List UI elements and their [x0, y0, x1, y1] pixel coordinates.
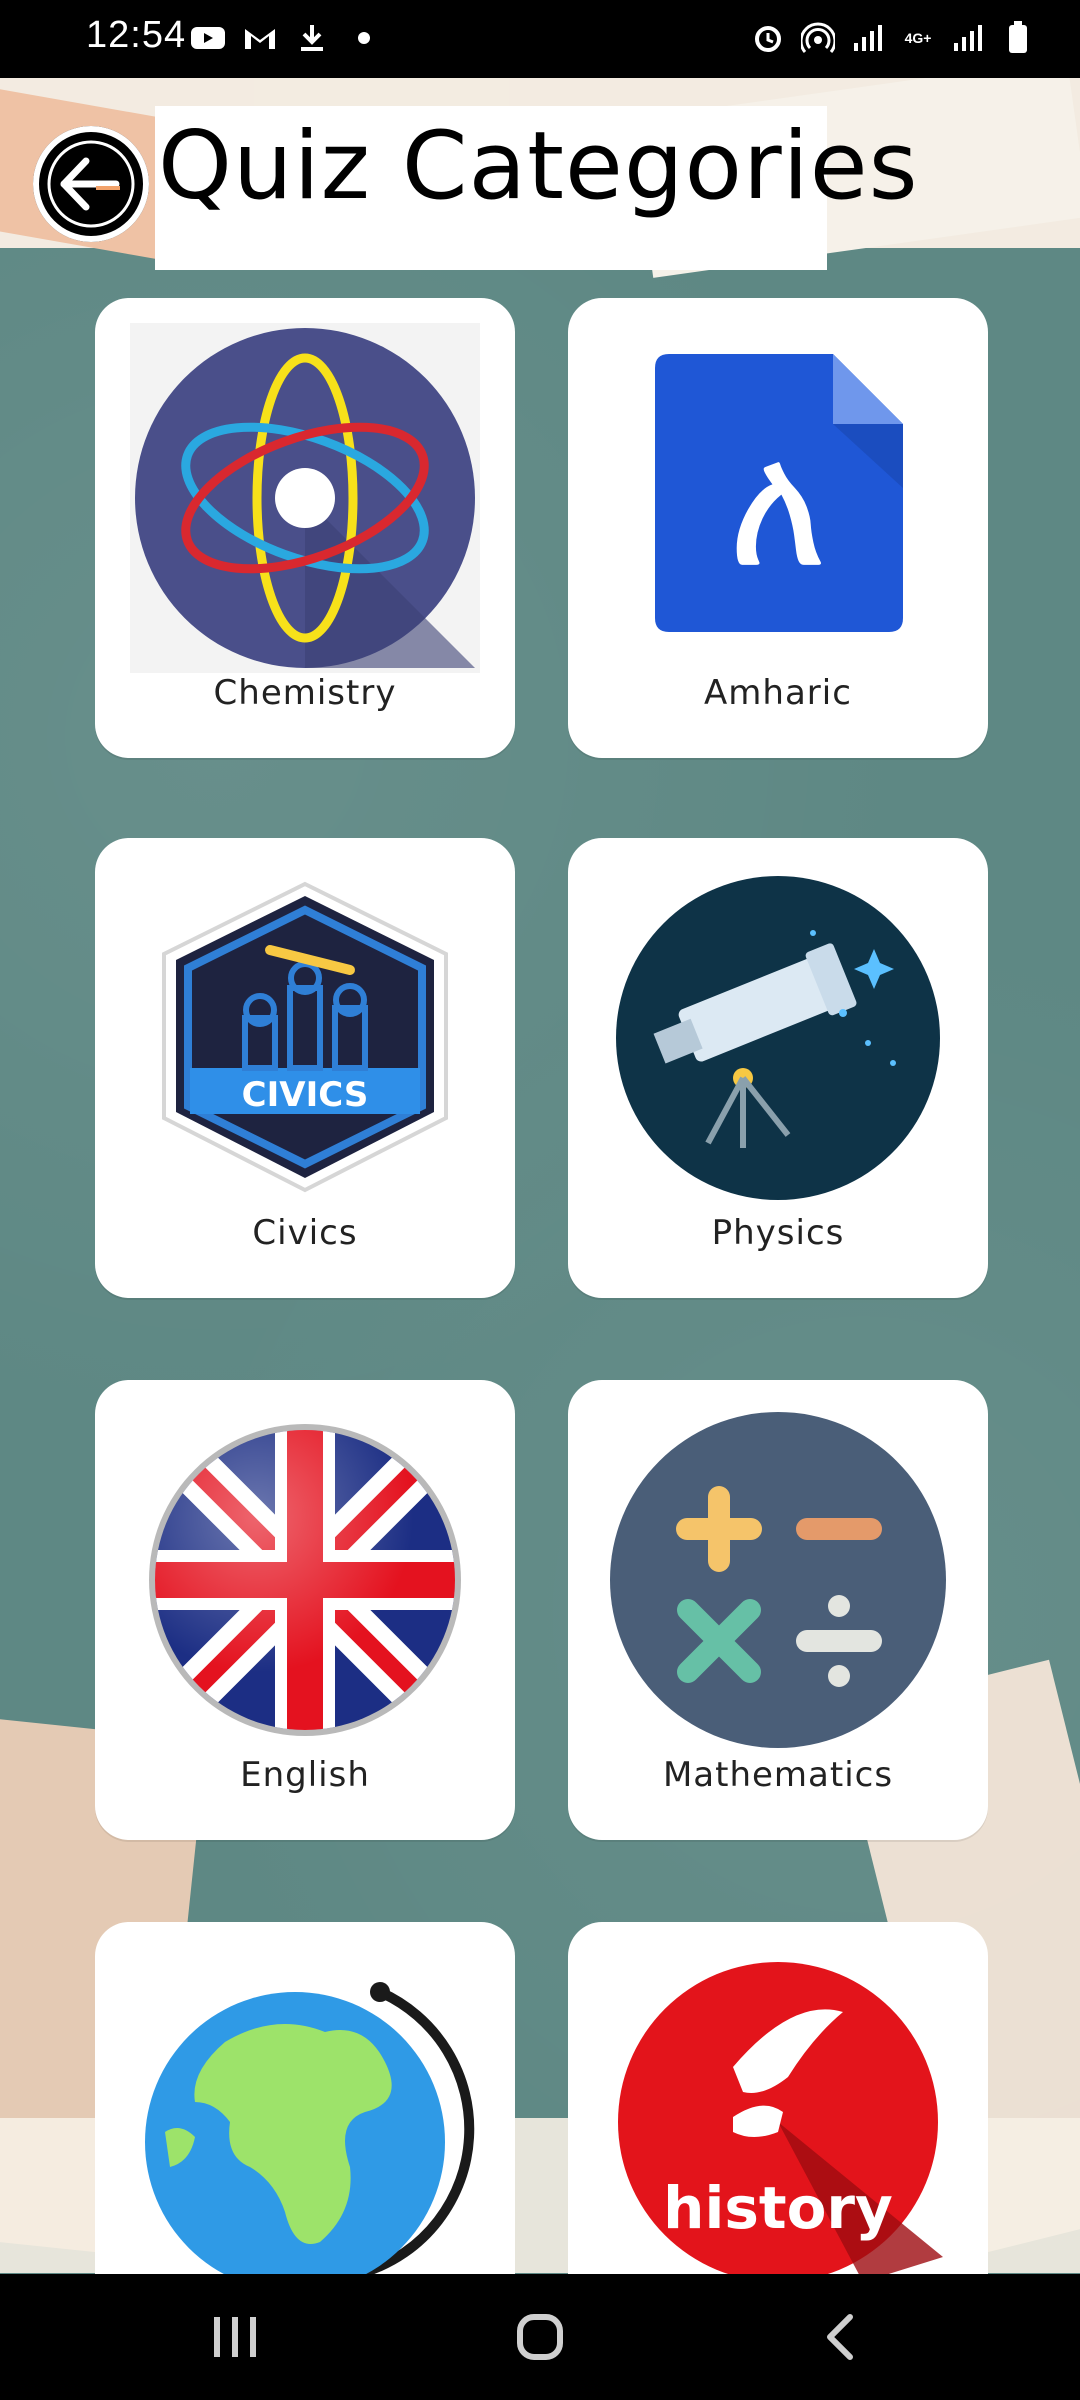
- category-label: Chemistry: [213, 673, 397, 713]
- chemistry-icon-wrap: [95, 318, 515, 678]
- physics-icon-wrap: [568, 858, 988, 1218]
- history-icon-wrap: history: [568, 1942, 988, 2302]
- category-card-civics[interactable]: CIVICS Civics: [95, 838, 515, 1298]
- back-nav-button[interactable]: [800, 2304, 880, 2370]
- recents-button[interactable]: [195, 2304, 275, 2370]
- geography-icon-wrap: [95, 1942, 515, 2302]
- status-right-icons: 4G+: [750, 20, 1036, 56]
- recents-icon: [214, 2317, 256, 2357]
- status-bar: 12:54 4G+: [0, 0, 1080, 78]
- download-icon: [294, 20, 330, 56]
- math-operators-icon: [610, 1412, 946, 1748]
- english-icon-wrap: [95, 1400, 515, 1760]
- history-badge-text: history: [663, 2174, 893, 2242]
- amharic-icon-wrap: ለ: [568, 318, 988, 678]
- category-card-chemistry[interactable]: Chemistry: [95, 298, 515, 758]
- category-card-physics[interactable]: Physics: [568, 838, 988, 1298]
- 4g-icon: 4G+: [904, 30, 932, 46]
- telescope-icon: [616, 876, 940, 1200]
- category-label: Civics: [252, 1213, 358, 1253]
- category-label: Amharic: [704, 673, 852, 713]
- page-title: Quiz Categories: [158, 112, 919, 221]
- status-time: 12:54: [86, 14, 187, 56]
- youtube-icon: [190, 20, 226, 56]
- gmail-icon: [242, 20, 278, 56]
- signal-icon: [850, 20, 886, 56]
- arrow-left-icon: [47, 140, 135, 228]
- mathematics-icon-wrap: [568, 1400, 988, 1760]
- category-card-english[interactable]: English: [95, 1380, 515, 1840]
- uk-flag-icon: [149, 1424, 461, 1736]
- atom-icon: [130, 323, 480, 673]
- hotspot-icon: [800, 20, 836, 56]
- battery-icon: [1000, 20, 1036, 56]
- category-label: Physics: [711, 1213, 845, 1253]
- category-card-mathematics[interactable]: Mathematics: [568, 1380, 988, 1840]
- amharic-glyph: ለ: [728, 408, 828, 606]
- signal2-icon: [950, 20, 986, 56]
- category-card-amharic[interactable]: ለ Amharic: [568, 298, 988, 758]
- home-button[interactable]: [500, 2304, 580, 2370]
- back-icon: [827, 2314, 853, 2360]
- home-icon: [517, 2314, 563, 2360]
- globe-icon: [145, 1982, 475, 2292]
- back-button[interactable]: [33, 126, 149, 242]
- civics-badge-icon: [162, 881, 448, 1193]
- status-left-icons: [190, 20, 382, 56]
- dot-icon: [346, 20, 382, 56]
- category-label: Mathematics: [662, 1755, 894, 1795]
- system-nav-bar: [0, 2274, 1080, 2400]
- alarm-icon: [750, 20, 786, 56]
- civics-badge-text: CIVICS: [241, 1075, 369, 1115]
- civics-icon-wrap: CIVICS: [95, 858, 515, 1218]
- category-label: English: [240, 1755, 370, 1795]
